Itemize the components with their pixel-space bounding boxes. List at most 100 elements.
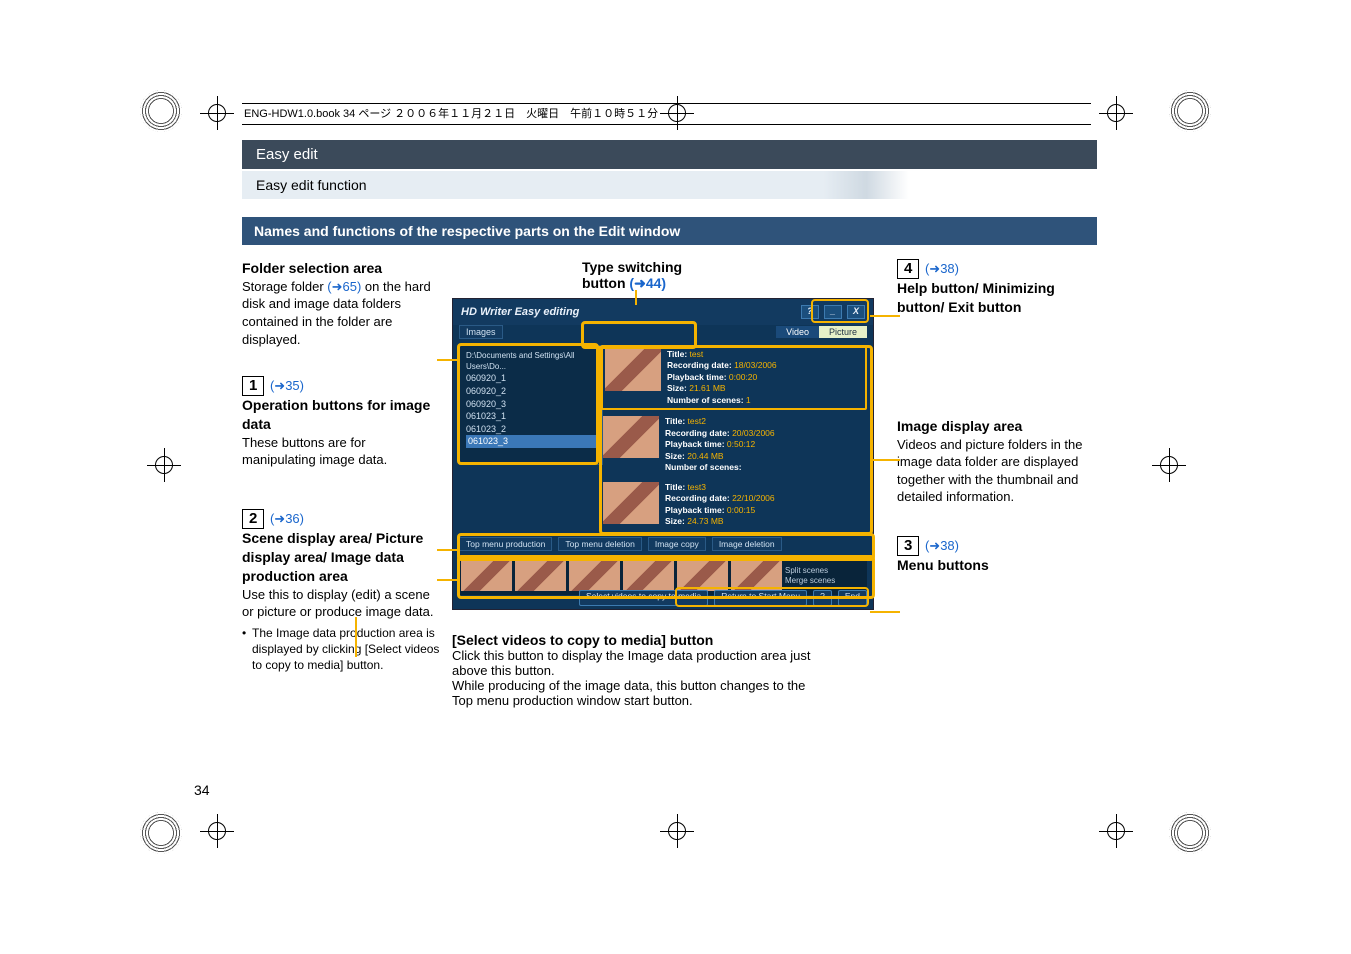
scene-area-text: Use this to display (edit) a scene or pi… <box>242 586 442 621</box>
thumbnail <box>605 349 661 391</box>
align-target-icon <box>1152 448 1186 482</box>
app-window: HD Writer Easy editing ? _ X Images Vide… <box>452 298 874 610</box>
return-start-button[interactable]: Return to Start Menu <box>714 590 807 606</box>
leader-line <box>870 459 900 461</box>
op-button[interactable]: Top menu production <box>459 537 552 551</box>
folder-item-selected[interactable]: 061023_3 <box>466 435 596 448</box>
section-subtitle: Easy edit function <box>242 171 1097 199</box>
item-meta: Title: test2 Recording date: 20/03/2006 … <box>665 416 775 473</box>
callout-number-3: 3 <box>897 536 919 556</box>
folder-item[interactable]: 061023_1 <box>466 410 596 423</box>
op-buttons-bar: Top menu production Top menu deletion Im… <box>459 535 867 553</box>
menu-buttons-title: Menu buttons <box>897 556 1097 575</box>
thumbnail <box>603 416 659 458</box>
help-buttons-title: Help button/ Minimizing button/ Exit but… <box>897 279 1097 317</box>
thumbnail <box>603 482 659 524</box>
close-button[interactable]: X <box>847 305 865 319</box>
folder-tree[interactable]: D:\Documents and Settings\All Users\Do..… <box>459 345 603 465</box>
text: Type switching <box>582 259 682 275</box>
folder-item[interactable]: 060920_2 <box>466 385 596 398</box>
image-area-text: Videos and picture folders in the image … <box>897 436 1097 506</box>
page-link[interactable]: (➜44) <box>629 275 666 291</box>
leader-line <box>437 549 459 551</box>
page-link[interactable]: (➜35) <box>270 378 304 393</box>
window-title: HD Writer Easy editing <box>461 306 579 318</box>
scene-cell[interactable] <box>461 561 512 591</box>
scene-cell[interactable] <box>731 561 782 591</box>
select-button-caption-body: Click this button to display the Image d… <box>452 648 822 708</box>
align-target-icon <box>200 814 234 848</box>
reg-mark-icon <box>140 90 182 132</box>
image-area-title: Image display area <box>897 417 1097 436</box>
right-column: 4 (➜38) Help button/ Minimizing button/ … <box>897 259 1097 575</box>
item-meta: Title: test Recording date: 18/03/2006 P… <box>667 349 777 406</box>
merge-button[interactable]: Merge scenes <box>785 576 865 586</box>
end-button[interactable]: End <box>838 590 867 606</box>
select-button-caption-title: [Select videos to copy to media] button <box>452 632 887 648</box>
reg-mark-icon <box>1169 812 1211 854</box>
leader-line <box>635 290 637 305</box>
callout-number-1: 1 <box>242 376 264 396</box>
op-button[interactable]: Image deletion <box>712 537 782 551</box>
left-column: Folder selection area Storage folder (➜6… <box>242 259 442 673</box>
reg-mark-icon <box>140 812 182 854</box>
type-video-tab[interactable]: Video <box>776 326 819 338</box>
scene-cell[interactable] <box>623 561 674 591</box>
leader-line <box>870 611 900 613</box>
toolbar-images-label[interactable]: Images <box>459 325 503 339</box>
scene-area-bullet: The Image data production area is displa… <box>242 625 442 674</box>
align-target-icon <box>660 814 694 848</box>
item-meta: Title: test3 Recording date: 22/10/2006 … <box>665 482 775 525</box>
split-button[interactable]: Split scenes <box>785 566 865 576</box>
folder-item[interactable]: 060920_3 <box>466 398 596 411</box>
select-videos-button[interactable]: Select videos to copy to media <box>579 590 708 606</box>
scene-cell[interactable] <box>569 561 620 591</box>
text: Storage folder <box>242 279 327 294</box>
leader-line <box>355 617 357 657</box>
leader-line <box>437 579 459 581</box>
folder-path: D:\Documents and Settings\All Users\Do..… <box>466 350 596 372</box>
align-target-icon <box>200 96 234 130</box>
folder-area-text: Storage folder (➜65) on the hard disk an… <box>242 278 442 348</box>
scene-cell[interactable] <box>677 561 728 591</box>
section-heading: Names and functions of the respective pa… <box>242 217 1097 245</box>
list-item[interactable]: Title: test3 Recording date: 22/10/2006 … <box>601 480 867 525</box>
type-switch[interactable]: Video Picture <box>776 326 867 338</box>
folder-area-title: Folder selection area <box>242 259 442 278</box>
op-buttons-title: Operation buttons for image data <box>242 396 442 434</box>
page-link[interactable]: (➜38) <box>925 261 959 276</box>
folder-item[interactable]: 060920_1 <box>466 372 596 385</box>
scene-area-title: Scene display area/ Picture display area… <box>242 529 442 586</box>
op-button[interactable]: Image copy <box>648 537 706 551</box>
q-button[interactable]: ? <box>813 590 832 606</box>
folder-item[interactable]: 061023_2 <box>466 423 596 436</box>
print-header: ENG-HDW1.0.book 34 ページ ２００６年１１月２１日 火曜日 午… <box>242 103 1091 125</box>
center-column: Type switching button (➜44) HD Writer Ea… <box>452 259 887 708</box>
page-link[interactable]: (➜36) <box>270 511 304 526</box>
type-switch-label: Type switching button (➜44) <box>582 259 887 292</box>
op-buttons-text: These buttons are for manipulating image… <box>242 434 442 469</box>
callout-number-4: 4 <box>897 259 919 279</box>
page-link[interactable]: (➜65) <box>327 279 361 294</box>
leader-line <box>870 315 900 317</box>
manual-page: ENG-HDW1.0.book 34 ページ ２００６年１１月２１日 火曜日 午… <box>0 0 1351 954</box>
list-item[interactable]: Title: test Recording date: 18/03/2006 P… <box>601 345 867 410</box>
leader-line <box>437 359 459 361</box>
reg-mark-icon <box>1169 90 1211 132</box>
scene-cell[interactable] <box>515 561 566 591</box>
image-list: Title: test Recording date: 18/03/2006 P… <box>601 345 867 525</box>
list-item[interactable]: Title: test2 Recording date: 20/03/2006 … <box>601 414 867 475</box>
page-link[interactable]: (➜38) <box>925 538 959 553</box>
callout-number-2: 2 <box>242 509 264 529</box>
align-target-icon <box>1099 814 1133 848</box>
minimize-button[interactable]: _ <box>824 305 842 319</box>
align-target-icon <box>1099 96 1133 130</box>
scene-side-buttons: Split scenes Merge scenes <box>785 566 865 585</box>
bottom-buttons: Select videos to copy to media Return to… <box>459 590 867 606</box>
op-button[interactable]: Top menu deletion <box>558 537 641 551</box>
page-number: 34 <box>194 782 210 798</box>
help-button[interactable]: ? <box>801 305 819 319</box>
page-content: Easy edit Easy edit function Names and f… <box>242 140 1097 779</box>
type-picture-tab[interactable]: Picture <box>819 326 867 338</box>
section-tab: Easy edit <box>242 140 1097 169</box>
